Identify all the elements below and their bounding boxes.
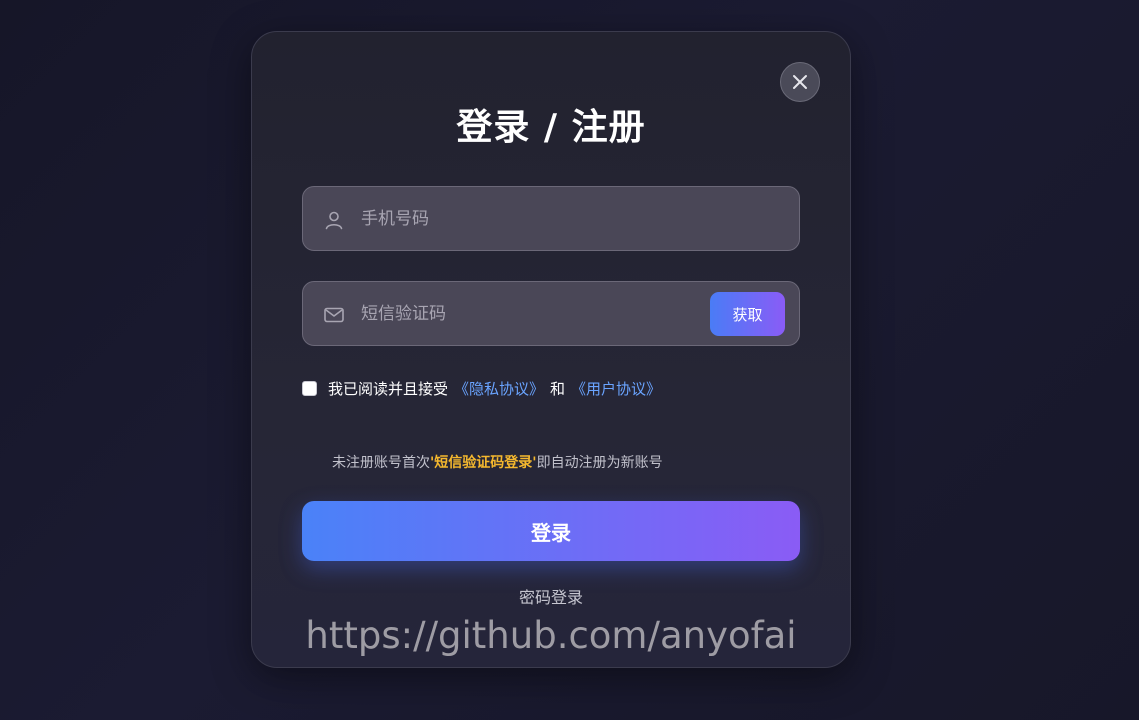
phone-input[interactable] (361, 187, 701, 250)
notice-suffix: 即自动注册为新账号 (536, 455, 663, 471)
notice-prefix: 未注册账号首次 (332, 455, 430, 471)
get-code-button[interactable]: 获取 (710, 292, 785, 336)
auto-register-notice: 未注册账号首次'短信验证码登录'即自动注册为新账号 (332, 452, 663, 472)
agreement-and: 和 (550, 379, 566, 398)
phone-field[interactable] (302, 186, 800, 251)
modal-title: 登录 / 注册 (456, 107, 646, 148)
mail-icon (324, 307, 344, 323)
login-button[interactable]: 登录 (302, 501, 800, 561)
watermark-url: https://github.com/anyofai (305, 614, 797, 657)
user-icon (325, 211, 343, 230)
agreement-checkbox[interactable] (302, 380, 317, 396)
privacy-policy-link[interactable]: 《隐私协议》 (454, 378, 544, 399)
sms-code-field[interactable]: 获取 (302, 281, 800, 346)
user-agreement-link[interactable]: 《用户协议》 (571, 378, 661, 399)
sms-code-input[interactable] (361, 282, 701, 345)
login-modal: 登录 / 注册 获取 我已阅读并且接受 《隐私协议》 和 《用户协议》 未注册账… (251, 31, 851, 668)
agreement-row: 我已阅读并且接受 《隐私协议》 和 《用户协议》 (302, 378, 667, 398)
close-icon (793, 75, 807, 89)
agreement-text: 我已阅读并且接受 (328, 379, 449, 398)
close-button[interactable] (780, 62, 820, 102)
notice-highlight: '短信验证码登录' (430, 455, 537, 471)
password-login-link[interactable]: 密码登录 (252, 584, 850, 608)
